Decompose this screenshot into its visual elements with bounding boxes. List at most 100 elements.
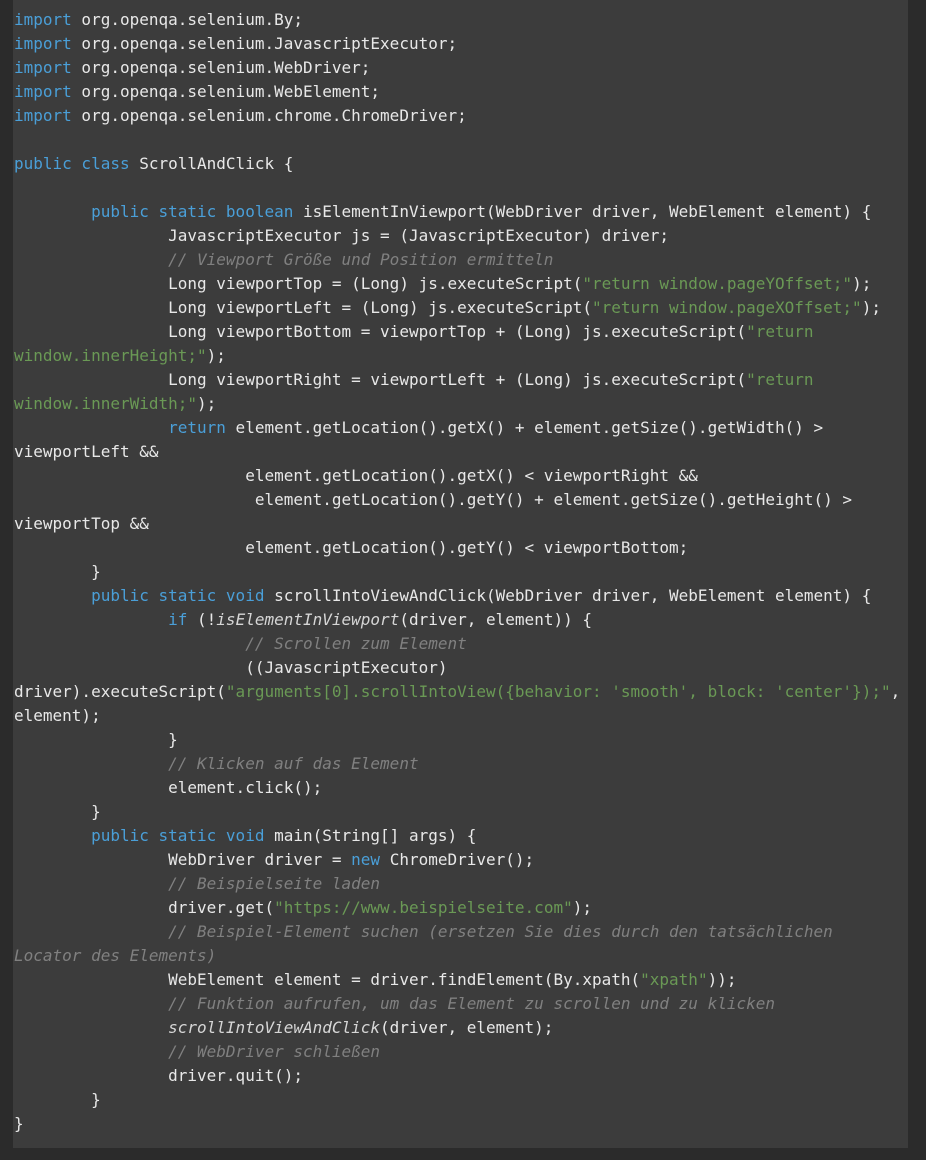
code-token-pln [14,1018,168,1037]
code-line: Long viewportBottom = viewportTop + (Lon… [13,320,908,368]
code-line: // Funktion aufrufen, um das Element zu … [13,992,908,1016]
code-line: // Klicken auf das Element [13,752,908,776]
code-line: } [13,800,908,824]
code-token-pln: ); [572,898,592,917]
code-line: element.getLocation().getY() < viewportB… [13,536,908,560]
code-line: scrollIntoViewAndClick(driver, element); [13,1016,908,1040]
code-token-pln: WebDriver driver = [14,850,352,869]
code-line: public static boolean isElementInViewpor… [13,200,908,224]
code-line: element.click(); [13,776,908,800]
code-token-kw: public static void [91,826,265,845]
code-token-pln: org.openqa.selenium.By; [71,10,303,29]
code-token-kw: new [351,850,381,869]
code-token-pln [14,754,168,773]
code-viewer: import org.openqa.selenium.By; import org… [0,0,926,1160]
code-token-cmt: // WebDriver schließen [168,1042,381,1061]
code-line: public static void main(String[] args) { [13,824,908,848]
code-line: JavascriptExecutor js = (JavascriptExecu… [13,224,908,248]
code-token-kw: return [168,418,226,437]
code-token-cmt: // Beispielseite laden [168,874,381,893]
code-token-pln: driver.quit(); [14,1066,303,1085]
code-token-pln [14,418,168,437]
code-token-pln: element.getLocation().getY() < viewportB… [14,538,689,557]
code-token-pln: JavascriptExecutor js = (JavascriptExecu… [14,226,670,245]
code-line: Long viewportLeft = (Long) js.executeScr… [13,296,908,320]
code-line: element.getLocation().getY() + element.g… [13,488,908,536]
code-line: import org.openqa.selenium.WebElement; [13,80,908,104]
code-token-pln: org.openqa.selenium.JavascriptExecutor; [71,34,458,53]
code-token-pln: element.click(); [14,778,323,797]
code-line: WebDriver driver = new ChromeDriver(); [13,848,908,872]
code-token-pln: } [14,1090,101,1109]
code-token-str: "return window.pageXOffset;" [591,298,862,317]
code-token-pln [14,634,245,653]
code-token-pln: ScrollAndClick { [129,154,294,173]
code-listing[interactable]: import org.openqa.selenium.By; import org… [13,8,908,1136]
code-line: // Scrollen zum Element [13,632,908,656]
code-token-pln: Long viewportLeft = (Long) js.executeScr… [14,298,592,317]
code-token-pln: driver.get( [14,898,275,917]
code-line: } [13,728,908,752]
code-token-cmt: // Viewport Größe und Position ermitteln [168,250,554,269]
code-token-pln: ); [197,394,217,413]
code-token-str: "https://www.beispielseite.com" [274,898,573,917]
code-token-pln: ); [861,298,881,317]
code-token-pln: ChromeDriver(); [380,850,535,869]
code-token-pln: } [14,730,178,749]
code-token-str: "return window.pageYOffset;" [582,274,853,293]
code-token-kw: import [14,58,72,77]
code-line: public class ScrollAndClick { [13,152,908,176]
code-token-kw: public static boolean [91,202,294,221]
right-gutter [908,0,926,1160]
code-token-pln: Long viewportTop = (Long) js.executeScri… [14,274,583,293]
code-line: // WebDriver schließen [13,1040,908,1064]
code-token-cmt: // Klicken auf das Element [168,754,419,773]
code-token-pln: element.getLocation().getY() + element.g… [14,490,862,533]
code-token-pln: scrollIntoViewAndClick(WebDriver driver,… [264,586,872,605]
code-token-pln: ); [852,274,872,293]
code-line: import org.openqa.selenium.WebDriver; [13,56,908,80]
code-line: return element.getLocation().getX() + el… [13,416,908,464]
code-token-pln [14,1042,168,1061]
code-line: WebElement element = driver.findElement(… [13,968,908,992]
code-token-kw: public class [14,154,130,173]
code-token-pln: Long viewportRight = viewportLeft + (Lon… [14,370,747,389]
code-token-kw: import [14,10,72,29]
code-token-pln: (driver, element)) { [399,610,592,629]
code-line: element.getLocation().getX() < viewportR… [13,464,908,488]
code-surface[interactable]: import org.openqa.selenium.By; import org… [13,0,908,1148]
code-token-ital: isElementInViewport [216,610,400,629]
code-token-pln: org.openqa.selenium.WebElement; [71,82,381,101]
code-token-kw: if [168,610,188,629]
code-token-pln: } [14,562,101,581]
code-line: } [13,1088,908,1112]
code-line: import org.openqa.selenium.By; [13,8,908,32]
code-token-pln: (! [187,610,217,629]
code-line: Long viewportRight = viewportLeft + (Lon… [13,368,908,416]
left-gutter [0,0,13,1160]
code-token-kw: import [14,34,72,53]
code-token-pln: )); [707,970,737,989]
code-token-pln: } [14,802,101,821]
code-token-pln [14,610,168,629]
code-line: driver.quit(); [13,1064,908,1088]
code-token-kw: import [14,82,72,101]
code-token-pln: WebElement element = driver.findElement(… [14,970,641,989]
code-token-str: "xpath" [640,970,708,989]
code-token-pln [14,202,91,221]
code-token-pln: } [14,1114,24,1133]
code-line: import org.openqa.selenium.chrome.Chrome… [13,104,908,128]
code-line: import org.openqa.selenium.JavascriptExe… [13,32,908,56]
code-token-pln: isElementInViewport(WebDriver driver, We… [293,202,872,221]
code-token-pln: org.openqa.selenium.WebDriver; [71,58,371,77]
code-token-pln: org.openqa.selenium.chrome.ChromeDriver; [71,106,467,125]
code-token-kw: import [14,106,72,125]
code-token-pln: Long viewportBottom = viewportTop + (Lon… [14,322,747,341]
code-line: if (!isElementInViewport(driver, element… [13,608,908,632]
code-line: ((JavascriptExecutor) driver).executeScr… [13,656,908,728]
code-token-pln [14,586,91,605]
code-token-pln [14,994,168,1013]
code-line: public static void scrollIntoViewAndClic… [13,584,908,608]
